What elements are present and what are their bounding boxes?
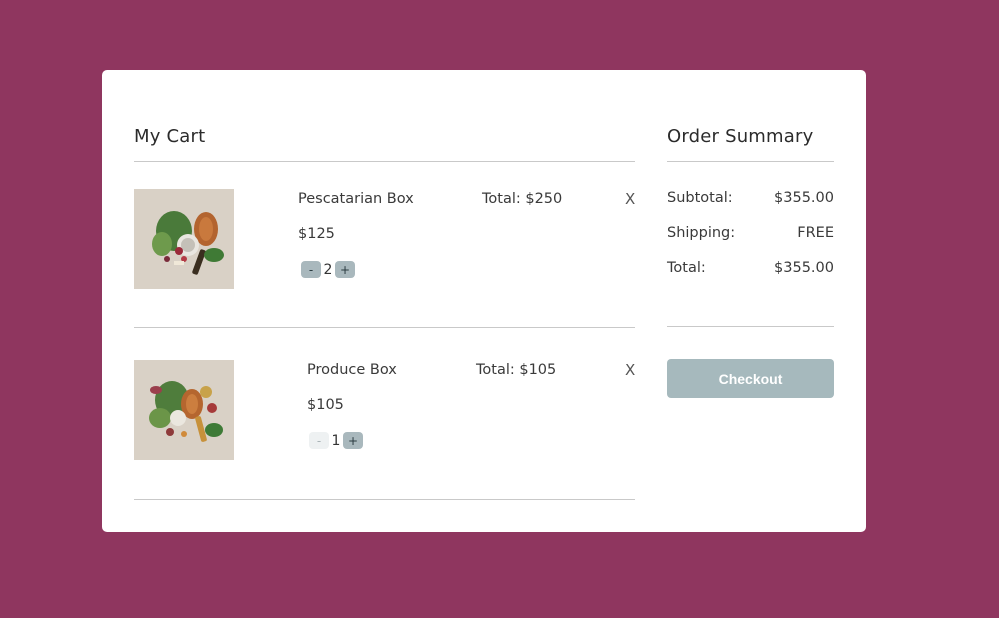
total-label: Total: <box>667 260 706 276</box>
total-value: $355.00 <box>774 260 834 276</box>
checkout-button[interactable]: Checkout <box>667 359 834 398</box>
divider <box>134 161 635 162</box>
divider <box>134 499 635 500</box>
quantity-value: 1 <box>331 432 341 449</box>
shipping-label: Shipping: <box>667 225 736 241</box>
divider <box>667 326 834 327</box>
increment-button[interactable]: + <box>343 432 363 449</box>
cart-card: My Cart Pescatarian Box Total: $250 X $1… <box>102 70 866 532</box>
cart-item: Produce Box Total: $105 X $105 - 1 + <box>134 360 635 480</box>
product-image <box>134 360 234 460</box>
product-image <box>134 189 234 289</box>
quantity-stepper: - 1 + <box>309 432 363 449</box>
item-price: $105 <box>307 397 344 413</box>
subtotal-label: Subtotal: <box>667 190 733 206</box>
shipping-value: FREE <box>797 225 834 241</box>
divider <box>134 327 635 328</box>
item-price: $125 <box>298 226 335 242</box>
remove-item-button[interactable]: X <box>625 361 635 379</box>
item-name: Produce Box <box>307 362 397 378</box>
subtotal-value: $355.00 <box>774 190 834 206</box>
remove-item-button[interactable]: X <box>625 190 635 208</box>
item-total: Total: $250 <box>482 191 563 207</box>
shipping-row: Shipping: FREE <box>667 225 834 241</box>
decrement-button[interactable]: - <box>309 432 329 449</box>
quantity-value: 2 <box>323 261 333 278</box>
item-name: Pescatarian Box <box>298 191 414 207</box>
total-row: Total: $355.00 <box>667 260 834 276</box>
increment-button[interactable]: + <box>335 261 355 278</box>
decrement-button[interactable]: - <box>301 261 321 278</box>
subtotal-row: Subtotal: $355.00 <box>667 190 834 206</box>
item-total: Total: $105 <box>476 362 557 378</box>
cart-item: Pescatarian Box Total: $250 X $125 - 2 + <box>134 189 635 309</box>
divider <box>667 161 834 162</box>
quantity-stepper: - 2 + <box>301 261 355 278</box>
cart-title: My Cart <box>134 126 206 147</box>
summary-title: Order Summary <box>667 126 814 147</box>
